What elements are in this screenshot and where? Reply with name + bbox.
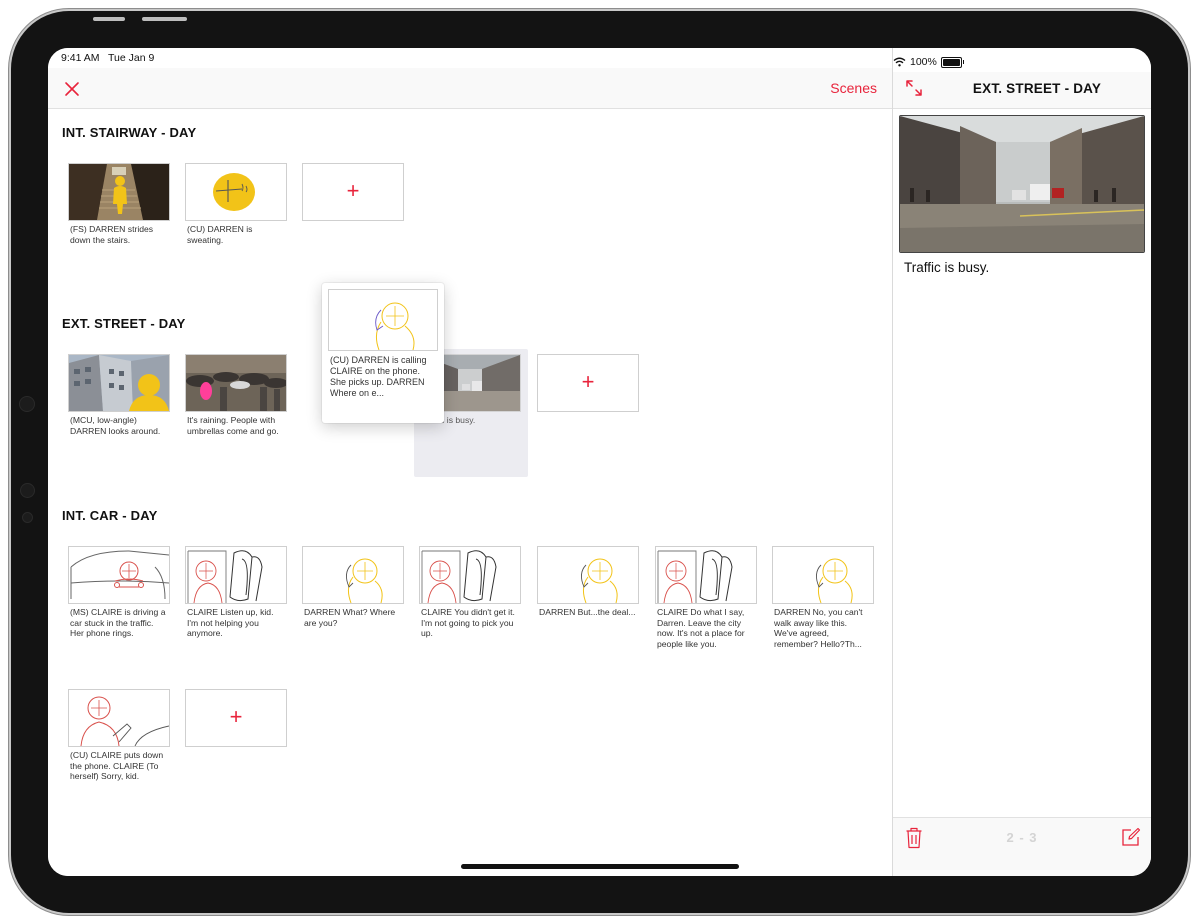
plus-icon: + — [581, 369, 595, 394]
shot-card[interactable]: (CU) CLAIRE puts down the phone. CLAIRE … — [68, 689, 170, 782]
battery-percentage: 100% — [910, 56, 937, 68]
detail-scene-title: EXT. STREET - DAY — [972, 81, 1102, 96]
shot-caption: (MCU, low-angle) DARREN looks around. — [70, 415, 161, 436]
shot-thumbnail — [68, 354, 170, 412]
shot-card[interactable]: CLAIRE Do what I say, Darren. Leave the … — [655, 546, 757, 649]
shot-thumbnail — [772, 546, 874, 604]
sensor-icon — [20, 483, 35, 498]
wifi-icon — [893, 57, 906, 67]
shot-card[interactable]: DARREN But...the deal... — [537, 546, 639, 618]
shot-thumbnail — [185, 354, 287, 412]
shot-thumbnail — [185, 163, 287, 221]
shot-thumbnail — [328, 289, 438, 351]
shot-card[interactable]: It's raining. People with umbrellas come… — [185, 354, 287, 436]
shot-card[interactable]: (MCU, low-angle) DARREN looks around. — [68, 354, 170, 436]
shot-thumbnail — [419, 546, 521, 604]
shot-thumbnail — [68, 546, 170, 604]
detail-caption: Traffic is busy. — [904, 260, 990, 275]
shot-card[interactable]: (MS) CLAIRE is driving a car stuck in th… — [68, 546, 170, 639]
shot-caption: (MS) CLAIRE is driving a car stuck in th… — [70, 607, 166, 639]
ipad-frame: Scenes INT. STAIRWAY - DAY (FS) DARREN s… — [11, 11, 1188, 913]
scene-title: EXT. STREET - DAY — [62, 316, 186, 331]
shot-caption: DARREN But...the deal... — [539, 607, 636, 617]
shot-caption: (CU) DARREN is calling CLAIRE on the pho… — [330, 355, 427, 398]
shot-caption: DARREN No, you can't walk away like this… — [774, 607, 863, 649]
plus-icon: + — [229, 704, 243, 729]
shot-thumbnail — [185, 546, 287, 604]
add-shot-button[interactable]: + — [537, 354, 639, 412]
detail-toolbar: 2 - 3 — [893, 817, 1151, 876]
shot-caption: (FS) DARREN strides down the stairs. — [70, 224, 154, 245]
shot-caption: CLAIRE You didn't get it. I'm not going … — [421, 607, 515, 639]
expand-icon[interactable] — [905, 79, 923, 97]
add-shot-button[interactable]: + — [302, 163, 404, 221]
shot-thumbnail — [68, 689, 170, 747]
shot-thumbnail — [537, 546, 639, 604]
shot-card[interactable]: CLAIRE Listen up, kid. I'm not helping y… — [185, 546, 287, 639]
shot-thumbnail — [68, 163, 170, 221]
edit-icon[interactable] — [1121, 827, 1141, 847]
volume-button — [142, 17, 187, 21]
shot-thumbnail — [655, 546, 757, 604]
volume-button — [93, 17, 125, 21]
battery-nub — [962, 60, 965, 64]
storyboard-pane: Scenes INT. STAIRWAY - DAY (FS) DARREN s… — [48, 48, 892, 876]
status-bar: 9:41 AM Tue Jan 9 100% — [48, 48, 1151, 72]
shot-card[interactable]: (FS) DARREN strides down the stairs. — [68, 163, 170, 245]
shot-caption: CLAIRE Do what I say, Darren. Leave the … — [657, 607, 745, 649]
shot-caption: CLAIRE Listen up, kid. I'm not helping y… — [187, 607, 274, 639]
top-nav-bar: Scenes — [48, 68, 892, 109]
shot-preview-image[interactable] — [899, 115, 1145, 253]
status-date: Tue Jan 9 — [108, 52, 155, 64]
home-indicator[interactable] — [461, 864, 739, 869]
scene-title: INT. STAIRWAY - DAY — [62, 125, 197, 140]
shot-caption: DARREN What? Where are you? — [304, 607, 396, 628]
shot-thumbnail — [302, 546, 404, 604]
page-indicator: 2 - 3 — [1006, 830, 1038, 845]
shot-card[interactable]: CLAIRE You didn't get it. I'm not going … — [419, 546, 521, 639]
shot-caption: (CU) CLAIRE puts down the phone. CLAIRE … — [70, 750, 164, 782]
battery-icon — [940, 56, 962, 68]
scenes-button[interactable]: Scenes — [830, 80, 877, 96]
dragging-shot-card[interactable]: (CU) DARREN is calling CLAIRE on the pho… — [322, 283, 444, 423]
scene-title: INT. CAR - DAY — [62, 508, 158, 523]
shot-card[interactable]: (CU) DARREN is sweating. — [185, 163, 287, 245]
status-time: 9:41 AM — [61, 52, 100, 64]
camera-icon — [19, 396, 35, 412]
plus-icon: + — [346, 178, 360, 203]
add-shot-button[interactable]: + — [185, 689, 287, 747]
close-icon[interactable] — [62, 79, 82, 99]
detail-nav-bar: EXT. STREET - DAY — [893, 68, 1151, 109]
shot-card[interactable]: DARREN No, you can't walk away like this… — [772, 546, 874, 649]
sensor-icon — [22, 512, 33, 523]
shot-caption: It's raining. People with umbrellas come… — [187, 415, 279, 436]
screen: Scenes INT. STAIRWAY - DAY (FS) DARREN s… — [48, 48, 1151, 876]
shot-caption: (CU) DARREN is sweating. — [187, 224, 253, 245]
status-right: 100% — [893, 52, 1151, 72]
detail-pane: EXT. STREET - DAY Traffic is busy. 2 - 3 — [893, 48, 1151, 876]
shot-card[interactable]: DARREN What? Where are you? — [302, 546, 404, 628]
